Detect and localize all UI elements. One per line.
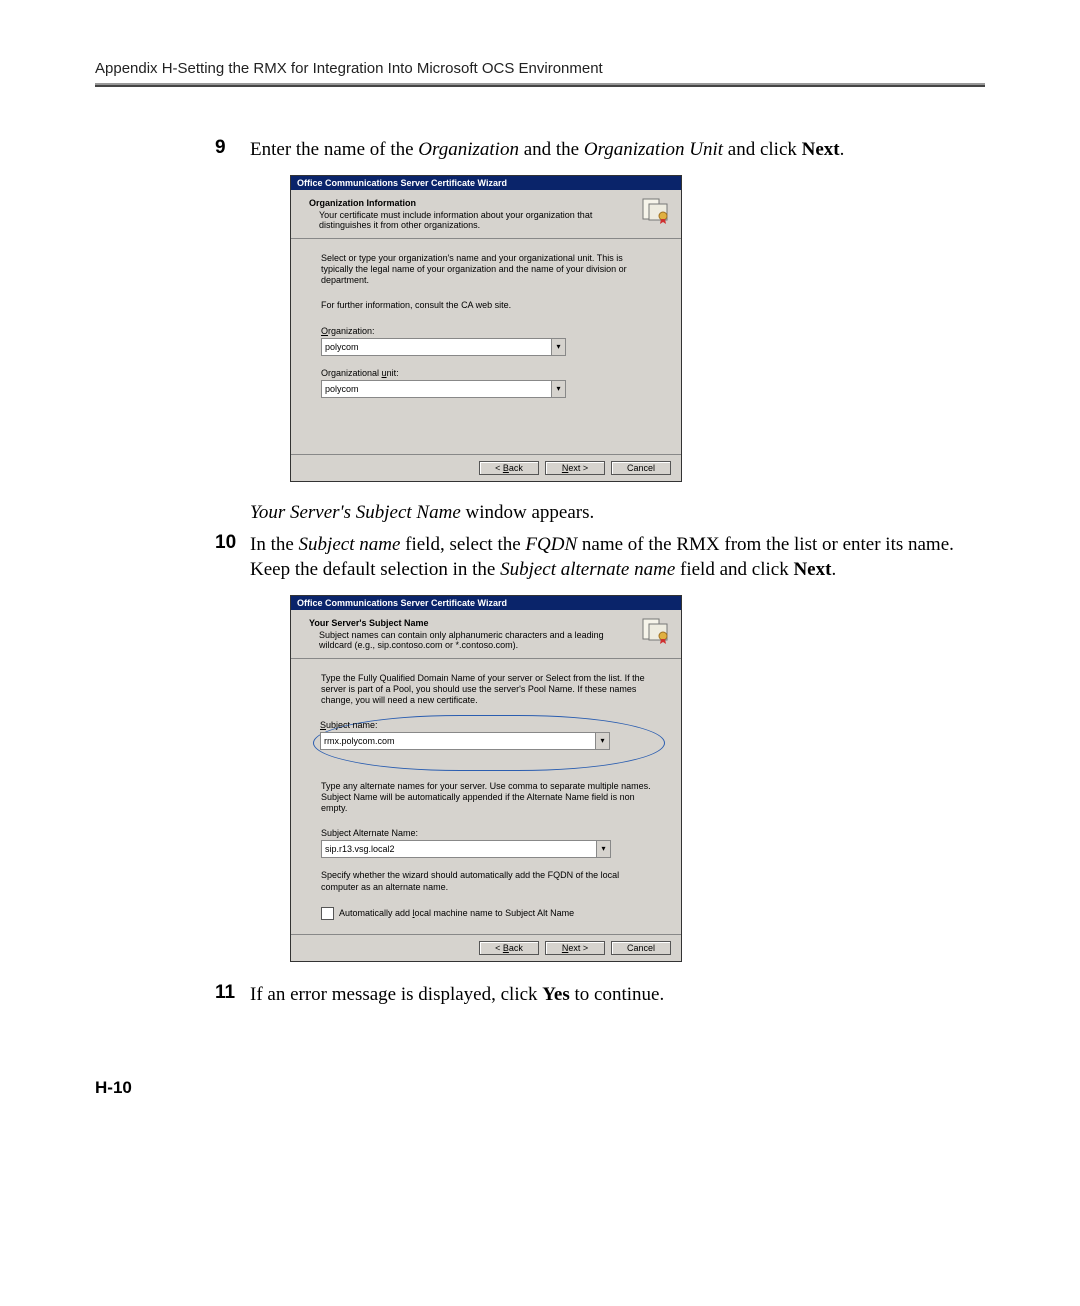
dialog-title: Office Communications Server Certificate… (291, 176, 681, 190)
step-10: 10 In the Subject name field, select the… (250, 532, 965, 583)
dialog-title: Office Communications Server Certificate… (291, 596, 681, 610)
page-footer: H-10 (95, 1078, 985, 1098)
dropdown-arrow-icon[interactable]: ▾ (596, 732, 610, 750)
dialog-body: Select or type your organization's name … (291, 239, 681, 454)
dialog-header: Your Server's Subject Name Subject names… (291, 610, 681, 659)
step-text: Enter the name of the Organization and t… (250, 137, 965, 163)
ou-label: Organizational unit: (321, 368, 657, 378)
san-combo[interactable]: ▾ (321, 840, 611, 858)
sn-combo[interactable]: ▾ (320, 732, 610, 750)
dialog-org-info: Office Communications Server Certificate… (290, 175, 682, 482)
sn-input[interactable] (320, 732, 596, 750)
checkbox[interactable] (321, 907, 334, 920)
step-9: 9 Enter the name of the Organization and… (250, 137, 965, 163)
certificate-icon (641, 616, 669, 644)
ou-input[interactable] (321, 380, 552, 398)
org-input[interactable] (321, 338, 552, 356)
dialog-body: Type the Fully Qualified Domain Name of … (291, 659, 681, 934)
step-number: 11 (215, 982, 235, 1004)
next-button[interactable]: Next > (545, 941, 605, 955)
cancel-button[interactable]: Cancel (611, 461, 671, 475)
alt-intro: Type any alternate names for your server… (321, 781, 657, 815)
page-header: Appendix H-Setting the RMX for Integrati… (95, 60, 985, 97)
step-number: 10 (215, 532, 236, 554)
dialog-head-title: Your Server's Subject Name (309, 618, 631, 628)
header-rule (95, 83, 985, 87)
step-number: 9 (215, 137, 226, 159)
auto-intro: Specify whether the wizard should automa… (321, 870, 657, 893)
caption: Your Server's Subject Name window appear… (250, 502, 965, 524)
dialog-head-title: Organization Information (309, 198, 631, 208)
dropdown-arrow-icon[interactable]: ▾ (597, 840, 611, 858)
dropdown-arrow-icon[interactable]: ▾ (552, 380, 566, 398)
org-combo[interactable]: ▾ (321, 338, 566, 356)
back-button[interactable]: < Back (479, 941, 539, 955)
body-intro: Type the Fully Qualified Domain Name of … (321, 673, 657, 707)
next-button[interactable]: Next > (545, 461, 605, 475)
dropdown-arrow-icon[interactable]: ▾ (552, 338, 566, 356)
ou-combo[interactable]: ▾ (321, 380, 566, 398)
san-input[interactable] (321, 840, 597, 858)
step-text: In the Subject name field, select the FQ… (250, 532, 965, 583)
highlight-ellipse: Subject name: ▾ (313, 715, 665, 771)
dialog-head-desc: Subject names can contain only alphanume… (319, 630, 631, 650)
dialog-head-desc: Your certificate must include informatio… (319, 210, 631, 230)
dialog-subject-name: Office Communications Server Certificate… (290, 595, 682, 962)
sn-label: Subject name: (320, 720, 658, 730)
header-text: Appendix H-Setting the RMX for Integrati… (95, 60, 603, 77)
body-info: For further information, consult the CA … (321, 300, 657, 311)
body-intro: Select or type your organization's name … (321, 253, 657, 287)
dialog-header: Organization Information Your certificat… (291, 190, 681, 239)
org-label: Organization: (321, 326, 657, 336)
san-label: Subject Alternate Name: (321, 828, 657, 838)
step-text: If an error message is displayed, click … (250, 982, 965, 1008)
auto-add-row[interactable]: Automatically add local machine name to … (321, 907, 657, 920)
dialog-buttons: < Back Next > Cancel (291, 934, 681, 961)
back-button[interactable]: < Back (479, 461, 539, 475)
dialog-buttons: < Back Next > Cancel (291, 454, 681, 481)
chk-label: Automatically add local machine name to … (339, 908, 574, 918)
cancel-button[interactable]: Cancel (611, 941, 671, 955)
certificate-icon (641, 196, 669, 224)
step-11: 11 If an error message is displayed, cli… (250, 982, 965, 1008)
